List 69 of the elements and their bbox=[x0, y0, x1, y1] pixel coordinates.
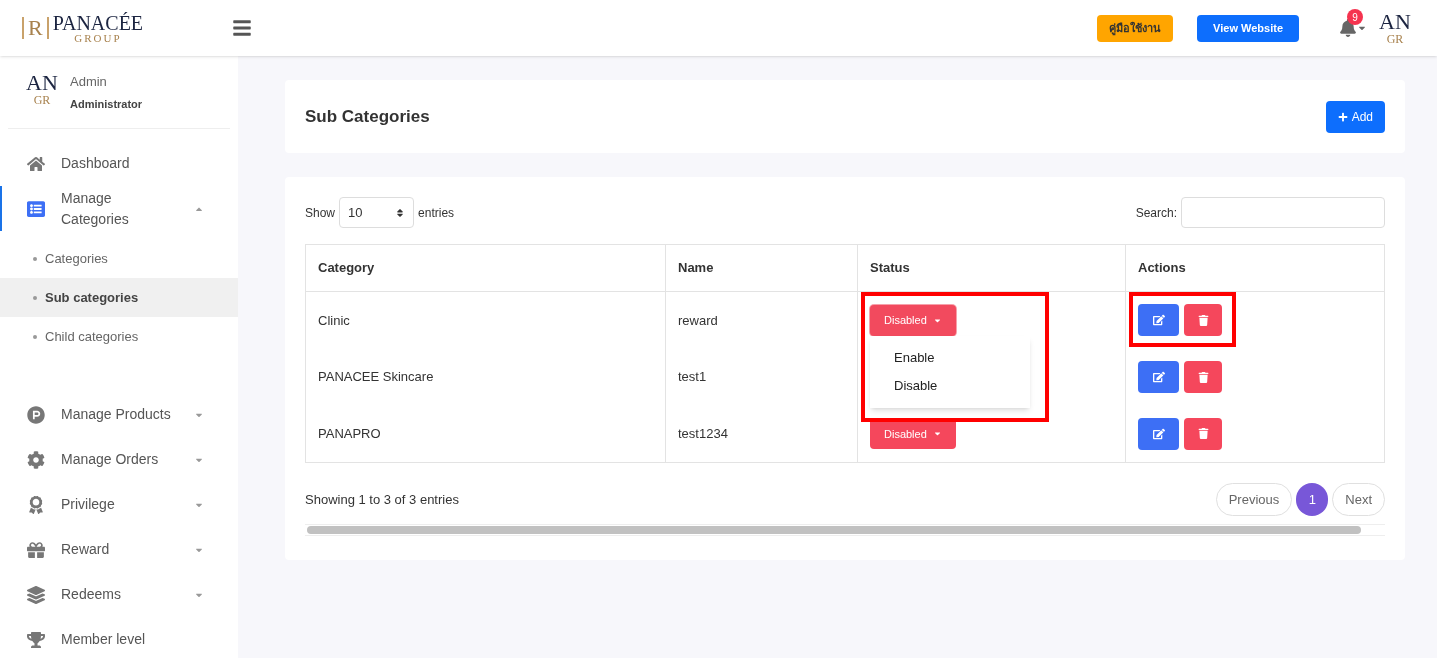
edit-icon bbox=[1152, 371, 1165, 383]
pagination-button[interactable]: 1 bbox=[1296, 483, 1329, 516]
edit-icon bbox=[1152, 314, 1165, 327]
column-header: Actions bbox=[1125, 244, 1385, 292]
sidebar-item[interactable]: Manage Products bbox=[0, 392, 238, 437]
edit-button[interactable] bbox=[1138, 417, 1179, 450]
submenu-item[interactable]: Child categories bbox=[0, 317, 238, 356]
status-menu-item[interactable]: Enable bbox=[870, 344, 1030, 372]
status-dropdown-button[interactable]: Disabled bbox=[870, 304, 956, 336]
sidebar-item[interactable]: Reward bbox=[0, 527, 238, 572]
delete-button[interactable] bbox=[1184, 304, 1222, 337]
table-cell: reward bbox=[665, 291, 858, 349]
sidebar-item[interactable]: Member level bbox=[0, 617, 238, 658]
search-field[interactable] bbox=[1181, 197, 1385, 228]
guide-button[interactable]: คู่มือใช้งาน bbox=[1097, 14, 1174, 42]
avatar-logo-subtext: GR bbox=[1386, 33, 1404, 45]
edit-button[interactable] bbox=[1138, 361, 1179, 393]
bell-icon[interactable] bbox=[1339, 19, 1357, 37]
menu-toggle-icon[interactable] bbox=[232, 18, 252, 38]
list-icon bbox=[27, 199, 45, 218]
logo-title: PANACÉE bbox=[52, 12, 144, 33]
sort-icon bbox=[395, 207, 406, 218]
home-icon bbox=[27, 154, 45, 173]
column-header: Category bbox=[305, 244, 666, 292]
notification-badge: 9 bbox=[1347, 9, 1363, 25]
gift-icon bbox=[27, 540, 45, 559]
logo-seal: R bbox=[22, 17, 49, 39]
edit-icon bbox=[1152, 427, 1165, 440]
status-menu-item[interactable]: Disable bbox=[870, 372, 1030, 400]
submenu-item[interactable]: Categories bbox=[0, 239, 238, 278]
table-cell: PANACEE Skincare bbox=[305, 348, 666, 406]
avatar-logo-text: AN bbox=[26, 72, 58, 94]
add-button[interactable]: Add bbox=[1325, 100, 1385, 133]
entries-label: entries bbox=[418, 204, 455, 222]
column-header: Name bbox=[665, 244, 858, 292]
trash-icon bbox=[1197, 371, 1209, 383]
sidebar-item[interactable]: Privilege bbox=[0, 482, 238, 527]
table-info: Showing 1 to 3 of 3 entries bbox=[305, 490, 459, 509]
award-icon bbox=[27, 495, 45, 514]
view-website-button[interactable]: View Website bbox=[1197, 14, 1299, 42]
logo-subtitle: GROUP bbox=[74, 32, 122, 44]
sidebar-item[interactable]: Dashboard bbox=[0, 141, 238, 186]
page-size-select[interactable]: 10 bbox=[339, 197, 415, 228]
search-label: Search: bbox=[1135, 204, 1177, 222]
avatar-logo-text: AN bbox=[1379, 11, 1411, 33]
user-name: Admin bbox=[70, 73, 108, 91]
delete-button[interactable] bbox=[1184, 417, 1222, 450]
sidebar-item[interactable]: Manage Categories bbox=[0, 186, 238, 231]
plus-icon bbox=[1337, 111, 1348, 122]
layers-icon bbox=[27, 585, 45, 604]
table-cell: PANAPRO bbox=[305, 405, 666, 463]
sidebar-item[interactable]: Manage Orders bbox=[0, 437, 238, 482]
trash-icon bbox=[1197, 428, 1209, 440]
column-header: Status bbox=[857, 244, 1126, 292]
table-cell: test1234 bbox=[665, 405, 858, 463]
delete-button[interactable] bbox=[1184, 361, 1222, 393]
page-title: Sub Categories bbox=[305, 105, 430, 128]
table-cell: test1 bbox=[665, 348, 858, 406]
sidebar-item[interactable]: Redeems bbox=[0, 572, 238, 617]
avatar-logo-subtext: GR bbox=[33, 94, 51, 106]
trophy-icon bbox=[27, 630, 45, 649]
edit-button[interactable] bbox=[1138, 304, 1179, 337]
horizontal-scrollbar[interactable] bbox=[305, 524, 1385, 536]
user-role: Administrator bbox=[70, 96, 143, 112]
gear-icon bbox=[27, 450, 45, 469]
table-cell: Clinic bbox=[305, 291, 666, 349]
trash-icon bbox=[1197, 314, 1209, 326]
submenu-item[interactable]: Sub categories bbox=[0, 278, 238, 317]
show-label: Show bbox=[305, 204, 336, 222]
